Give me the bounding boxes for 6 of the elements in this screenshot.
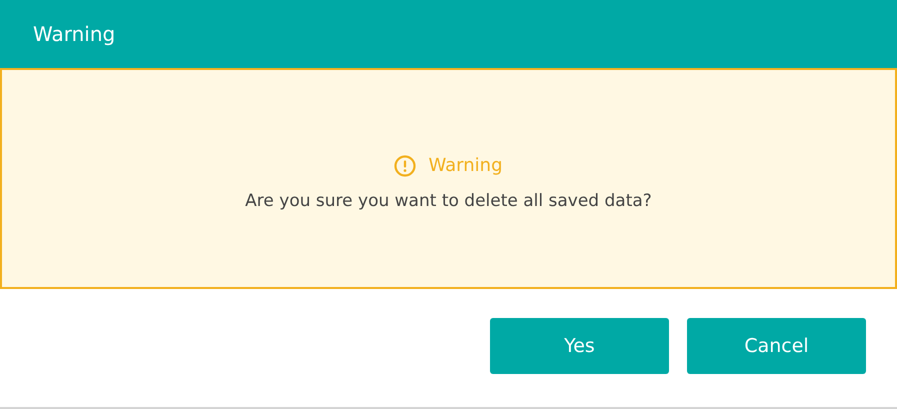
alert-message: Are you sure you want to delete all saved data? [245,190,652,210]
window-title: Warning [33,22,116,46]
exclamation-icon [394,154,416,176]
confirm-button[interactable]: Yes [490,318,669,374]
cancel-button[interactable]: Cancel [687,318,866,374]
alert-heading: Warning [428,155,502,176]
